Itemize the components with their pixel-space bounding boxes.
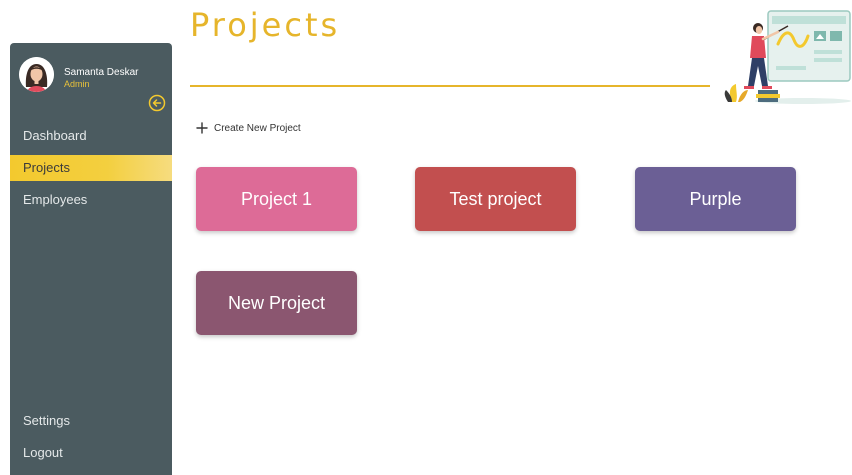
sidebar: Samanta Deskar Admin Dashboard Projects … (10, 43, 172, 475)
user-name: Samanta Deskar (64, 67, 139, 78)
create-project-button[interactable]: Create New Project (196, 119, 301, 137)
sidebar-item-logout[interactable]: Logout (10, 440, 172, 466)
user-role: Admin (64, 79, 90, 89)
sidebar-item-settings[interactable]: Settings (10, 408, 172, 434)
page-title: Projects (190, 6, 341, 44)
sidebar-item-employees[interactable]: Employees (10, 187, 172, 213)
user-profile: Samanta Deskar Admin (10, 43, 172, 113)
circle-arrow-left-icon[interactable] (148, 94, 166, 112)
project-card[interactable]: Purple (635, 167, 796, 231)
sidebar-item-dashboard[interactable]: Dashboard (10, 123, 172, 149)
user-avatar (19, 57, 54, 92)
project-card[interactable]: New Project (196, 271, 357, 335)
app-root: Samanta Deskar Admin Dashboard Projects … (0, 0, 852, 475)
plus-icon (196, 122, 208, 134)
create-project-label: Create New Project (214, 122, 301, 134)
project-card[interactable]: Project 1 (196, 167, 357, 231)
sidebar-item-projects[interactable]: Projects (10, 155, 172, 181)
title-divider (190, 85, 710, 87)
dashboard-presenter-illustration (718, 6, 852, 114)
project-card[interactable]: Test project (415, 167, 576, 231)
